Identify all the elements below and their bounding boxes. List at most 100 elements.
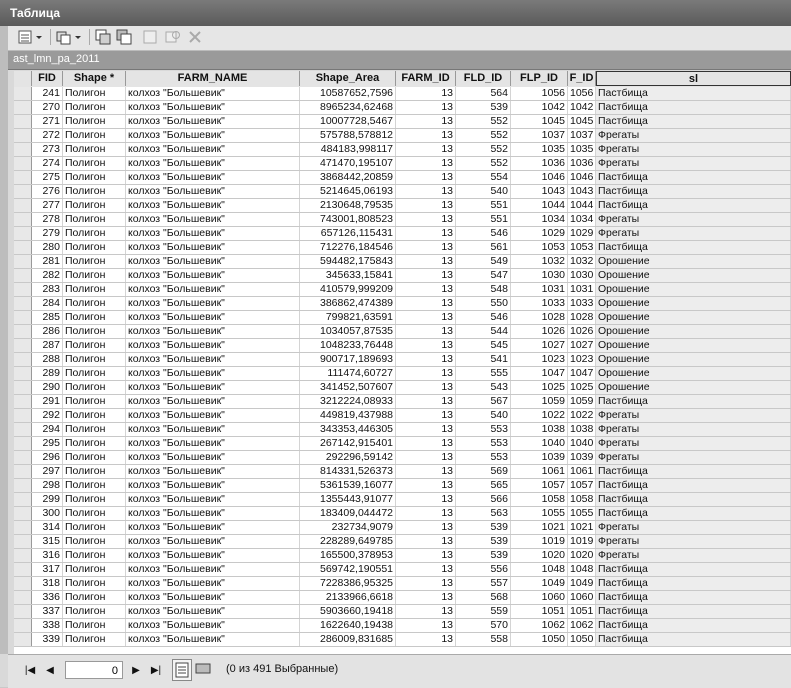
table-row[interactable]: 291 Полигон колхоз "Большевик" 3212224,0893… — [14, 395, 791, 409]
table-row[interactable]: 299 Полигон колхоз "Большевик" 1355443,9107… — [14, 493, 791, 507]
table-row[interactable]: 284 Полигон колхоз "Большевик" 386862,47438… — [14, 297, 791, 311]
row-selector[interactable] — [14, 423, 32, 436]
table-row[interactable]: 295 Полигон колхоз "Большевик" 267142,91540… — [14, 437, 791, 451]
row-selector[interactable] — [14, 479, 32, 492]
table-row[interactable]: 273 Полигон колхоз "Большевик" 484183,99811… — [14, 143, 791, 157]
row-selector[interactable] — [14, 493, 32, 506]
column-header-area[interactable]: Shape_Area — [300, 71, 396, 86]
column-header-sl[interactable]: sl — [596, 71, 791, 86]
row-selector[interactable] — [14, 143, 32, 156]
last-record-icon[interactable]: ▶| — [148, 663, 164, 679]
row-selector[interactable] — [14, 227, 32, 240]
row-selector[interactable] — [14, 115, 32, 128]
row-selector[interactable] — [14, 297, 32, 310]
record-number-input[interactable]: 0 — [65, 661, 123, 679]
table-row[interactable]: 336 Полигон колхоз "Большевик" 2133966,6618… — [14, 591, 791, 605]
column-header-f-id[interactable]: F_ID — [568, 71, 596, 86]
table-row[interactable]: 281 Полигон колхоз "Большевик" 594482,17584… — [14, 255, 791, 269]
table-row[interactable]: 297 Полигон колхоз "Большевик" 814331,52637… — [14, 465, 791, 479]
table-row[interactable]: 280 Полигон колхоз "Большевик" 712276,18454… — [14, 241, 791, 255]
row-selector[interactable] — [14, 367, 32, 380]
table-row[interactable]: 271 Полигон колхоз "Большевик" 10007728,546… — [14, 115, 791, 129]
row-selector[interactable] — [14, 549, 32, 562]
row-selector[interactable] — [14, 283, 32, 296]
related-tables-icon[interactable] — [55, 28, 85, 46]
column-header-farm-id[interactable]: FARM_ID — [396, 71, 456, 86]
table-row[interactable]: 296 Полигон колхоз "Большевик" 292296,59142… — [14, 451, 791, 465]
row-selector[interactable] — [14, 171, 32, 184]
table-row[interactable]: 338 Полигон колхоз "Большевик" 1622640,1943… — [14, 619, 791, 633]
table-tab[interactable]: ast_lmn_pa_2011 — [8, 51, 791, 70]
switch-selection-icon[interactable] — [115, 28, 133, 46]
table-row[interactable]: 274 Полигон колхоз "Большевик" 471470,19510… — [14, 157, 791, 171]
row-selector[interactable] — [14, 451, 32, 464]
row-selector[interactable] — [14, 507, 32, 520]
table-options-icon[interactable] — [16, 28, 46, 46]
row-selector[interactable] — [14, 437, 32, 450]
row-selector[interactable] — [14, 465, 32, 478]
table-row[interactable]: 290 Полигон колхоз "Большевик" 341452,50760… — [14, 381, 791, 395]
table-row[interactable]: 314 Полигон колхоз "Большевик" 232734,9079 1… — [14, 521, 791, 535]
first-record-icon[interactable]: |◀ — [22, 663, 38, 679]
row-selector[interactable] — [14, 213, 32, 226]
row-selector[interactable] — [14, 311, 32, 324]
table-row[interactable]: 288 Полигон колхоз "Большевик" 900717,18969… — [14, 353, 791, 367]
table-row[interactable]: 277 Полигон колхоз "Большевик" 2130648,7953… — [14, 199, 791, 213]
table-row[interactable]: 300 Полигон колхоз "Большевик" 183409,04447… — [14, 507, 791, 521]
previous-record-icon[interactable]: ◀ — [42, 663, 58, 679]
row-selector[interactable] — [14, 535, 32, 548]
row-selector[interactable] — [14, 87, 32, 100]
table-row[interactable]: 283 Полигон колхоз "Большевик" 410579,99920… — [14, 283, 791, 297]
table-row[interactable]: 317 Полигон колхоз "Большевик" 569742,19055… — [14, 563, 791, 577]
row-selector[interactable] — [14, 353, 32, 366]
table-row[interactable]: 272 Полигон колхоз "Большевик" 575788,57881… — [14, 129, 791, 143]
column-header-flp[interactable]: FLP_ID — [511, 71, 568, 86]
row-selector[interactable] — [14, 619, 32, 632]
title-bar[interactable]: Таблица — [0, 0, 791, 26]
select-by-attributes-icon[interactable] — [94, 28, 112, 46]
row-selector[interactable] — [14, 185, 32, 198]
table-row[interactable]: 316 Полигон колхоз "Большевик" 165500,37895… — [14, 549, 791, 563]
row-selector[interactable] — [14, 129, 32, 142]
row-selector[interactable] — [14, 255, 32, 268]
delete-selected-icon[interactable] — [186, 28, 204, 46]
column-header-fid[interactable]: FID — [32, 71, 63, 86]
row-selector[interactable] — [14, 563, 32, 576]
table-row[interactable]: 275 Полигон колхоз "Большевик" 3868442,2085… — [14, 171, 791, 185]
table-row[interactable]: 287 Полигон колхоз "Большевик" 1048233,7644… — [14, 339, 791, 353]
table-row[interactable]: 270 Полигон колхоз "Большевик" 8965234,6246… — [14, 101, 791, 115]
row-selector[interactable] — [14, 521, 32, 534]
row-selector[interactable] — [14, 605, 32, 618]
table-row[interactable]: 278 Полигон колхоз "Большевик" 743001,80852… — [14, 213, 791, 227]
table-row[interactable]: 315 Полигон колхоз "Большевик" 228289,64978… — [14, 535, 791, 549]
table-row[interactable]: 241 Полигон колхоз "Большевик" 10587652,759… — [14, 87, 791, 101]
table-row[interactable]: 289 Полигон колхоз "Большевик" 111474,60727… — [14, 367, 791, 381]
table-row[interactable]: 285 Полигон колхоз "Большевик" 799821,63591… — [14, 311, 791, 325]
column-header-shape[interactable]: Shape * — [63, 71, 126, 86]
clear-selection-icon[interactable] — [141, 28, 159, 46]
row-selector[interactable] — [14, 241, 32, 254]
table-row[interactable]: 286 Полигон колхоз "Большевик" 1034057,8753… — [14, 325, 791, 339]
row-selector[interactable] — [14, 157, 32, 170]
table-row[interactable]: 279 Полигон колхоз "Большевик" 657126,11543… — [14, 227, 791, 241]
row-selector[interactable] — [14, 269, 32, 282]
row-selector[interactable] — [14, 199, 32, 212]
row-selector[interactable] — [14, 339, 32, 352]
show-all-records-icon[interactable] — [172, 659, 192, 681]
row-selector[interactable] — [14, 577, 32, 590]
row-selector[interactable] — [14, 591, 32, 604]
table-row[interactable]: 337 Полигон колхоз "Большевик" 5903660,1941… — [14, 605, 791, 619]
column-header-farm[interactable]: FARM_NAME — [126, 71, 300, 86]
table-row[interactable]: 318 Полигон колхоз "Большевик" 7228386,9532… — [14, 577, 791, 591]
table-row[interactable]: 298 Полигон колхоз "Большевик" 5361539,1607… — [14, 479, 791, 493]
row-selector[interactable] — [14, 633, 32, 646]
show-selected-records-icon[interactable] — [194, 659, 214, 681]
next-record-icon[interactable]: ▶ — [128, 663, 144, 679]
row-selector[interactable] — [14, 101, 32, 114]
row-selector[interactable] — [14, 381, 32, 394]
table-row[interactable]: 276 Полигон колхоз "Большевик" 5214645,0619… — [14, 185, 791, 199]
table-row[interactable]: 339 Полигон колхоз "Большевик" 286009,83168… — [14, 633, 791, 647]
column-header-fld[interactable]: FLD_ID — [456, 71, 511, 86]
table-row[interactable]: 292 Полигон колхоз "Большевик" 449819,43798… — [14, 409, 791, 423]
attribute-table[interactable]: FID Shape * FARM_NAME Shape_Area FARM_ID FLD_… — [14, 71, 791, 654]
